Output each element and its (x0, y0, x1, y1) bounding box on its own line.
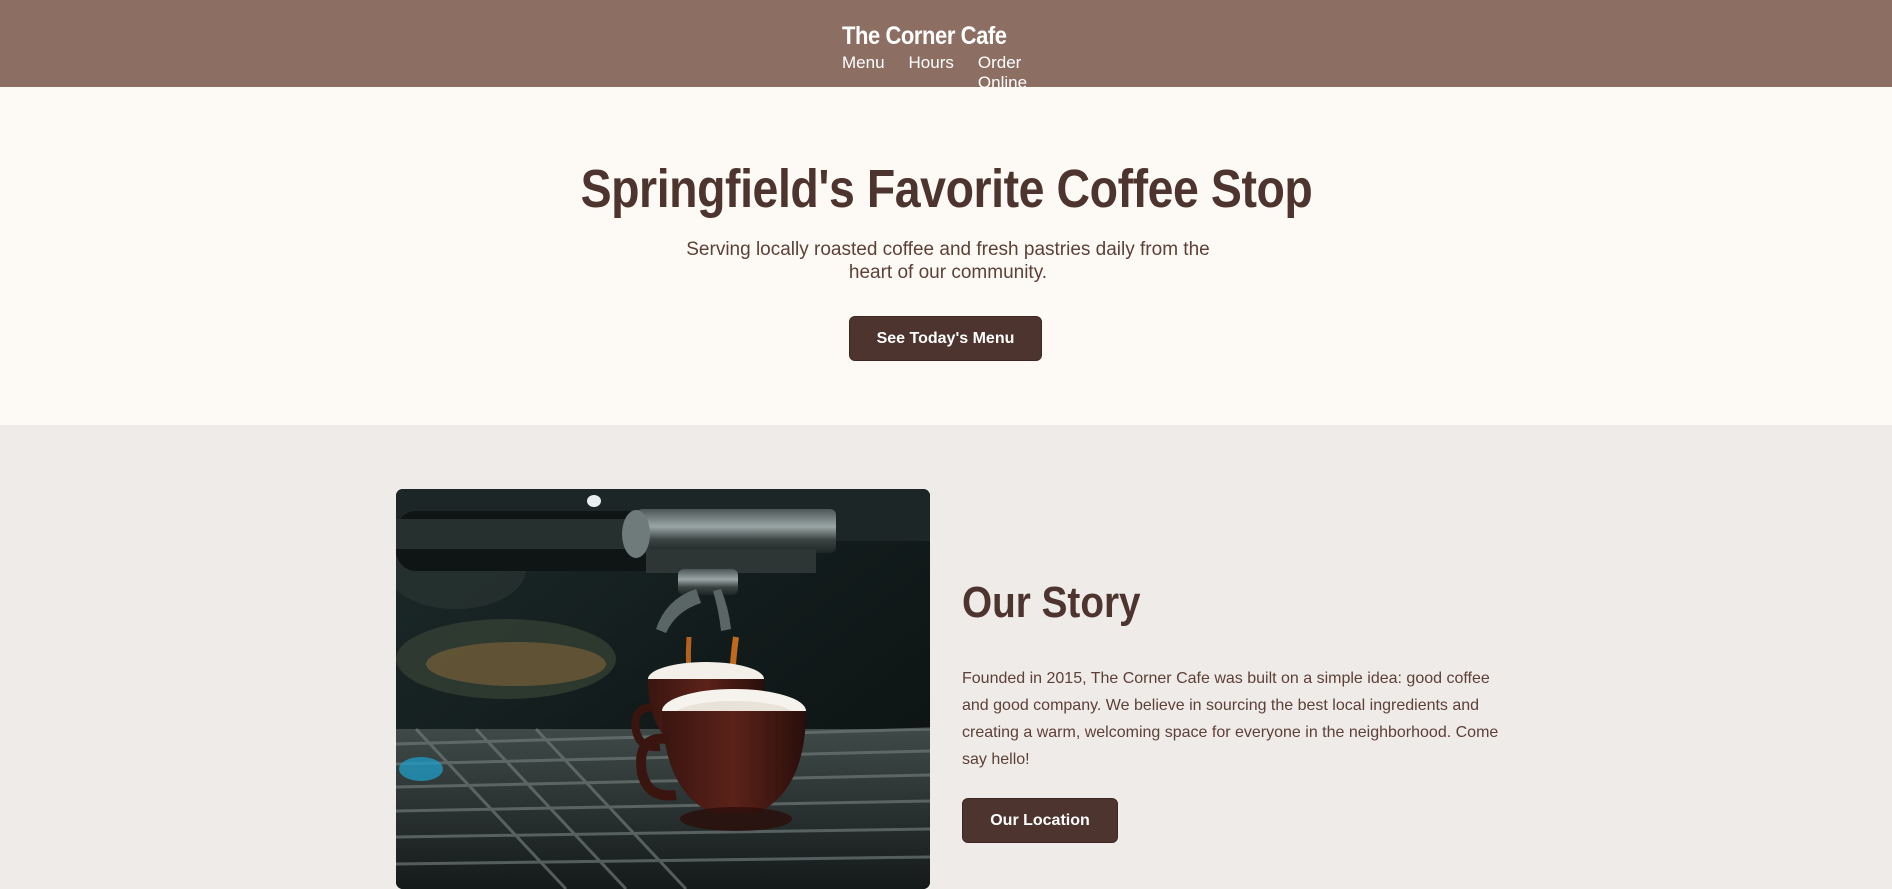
site-header: The Corner Cafe Menu Hours Order Online (0, 0, 1892, 92)
hero-title: Springfield's Favorite Coffee Stop (0, 157, 1892, 221)
header-inner: The Corner Cafe Menu Hours Order Online (842, 0, 1062, 92)
our-location-button[interactable]: Our Location (962, 798, 1118, 843)
hero-subtitle: Serving locally roasted coffee and fresh… (686, 239, 1210, 283)
story-section: Our Story Founded in 2015, The Corner Ca… (0, 425, 1892, 889)
story-body: Founded in 2015, The Corner Cafe was bui… (962, 670, 1499, 768)
hero-title-text: Springfield's Favorite Coffee Stop (580, 159, 1312, 219)
espresso-photo-illustration (396, 489, 930, 889)
espresso-machine-photo (396, 489, 930, 889)
story-title: Our Story (962, 578, 1141, 627)
see-todays-menu-button[interactable]: See Today's Menu (849, 316, 1042, 361)
brand-logo-link[interactable]: The Corner Cafe (842, 21, 1036, 51)
hero-section: Springfield's Favorite Coffee Stop Servi… (0, 87, 1892, 425)
